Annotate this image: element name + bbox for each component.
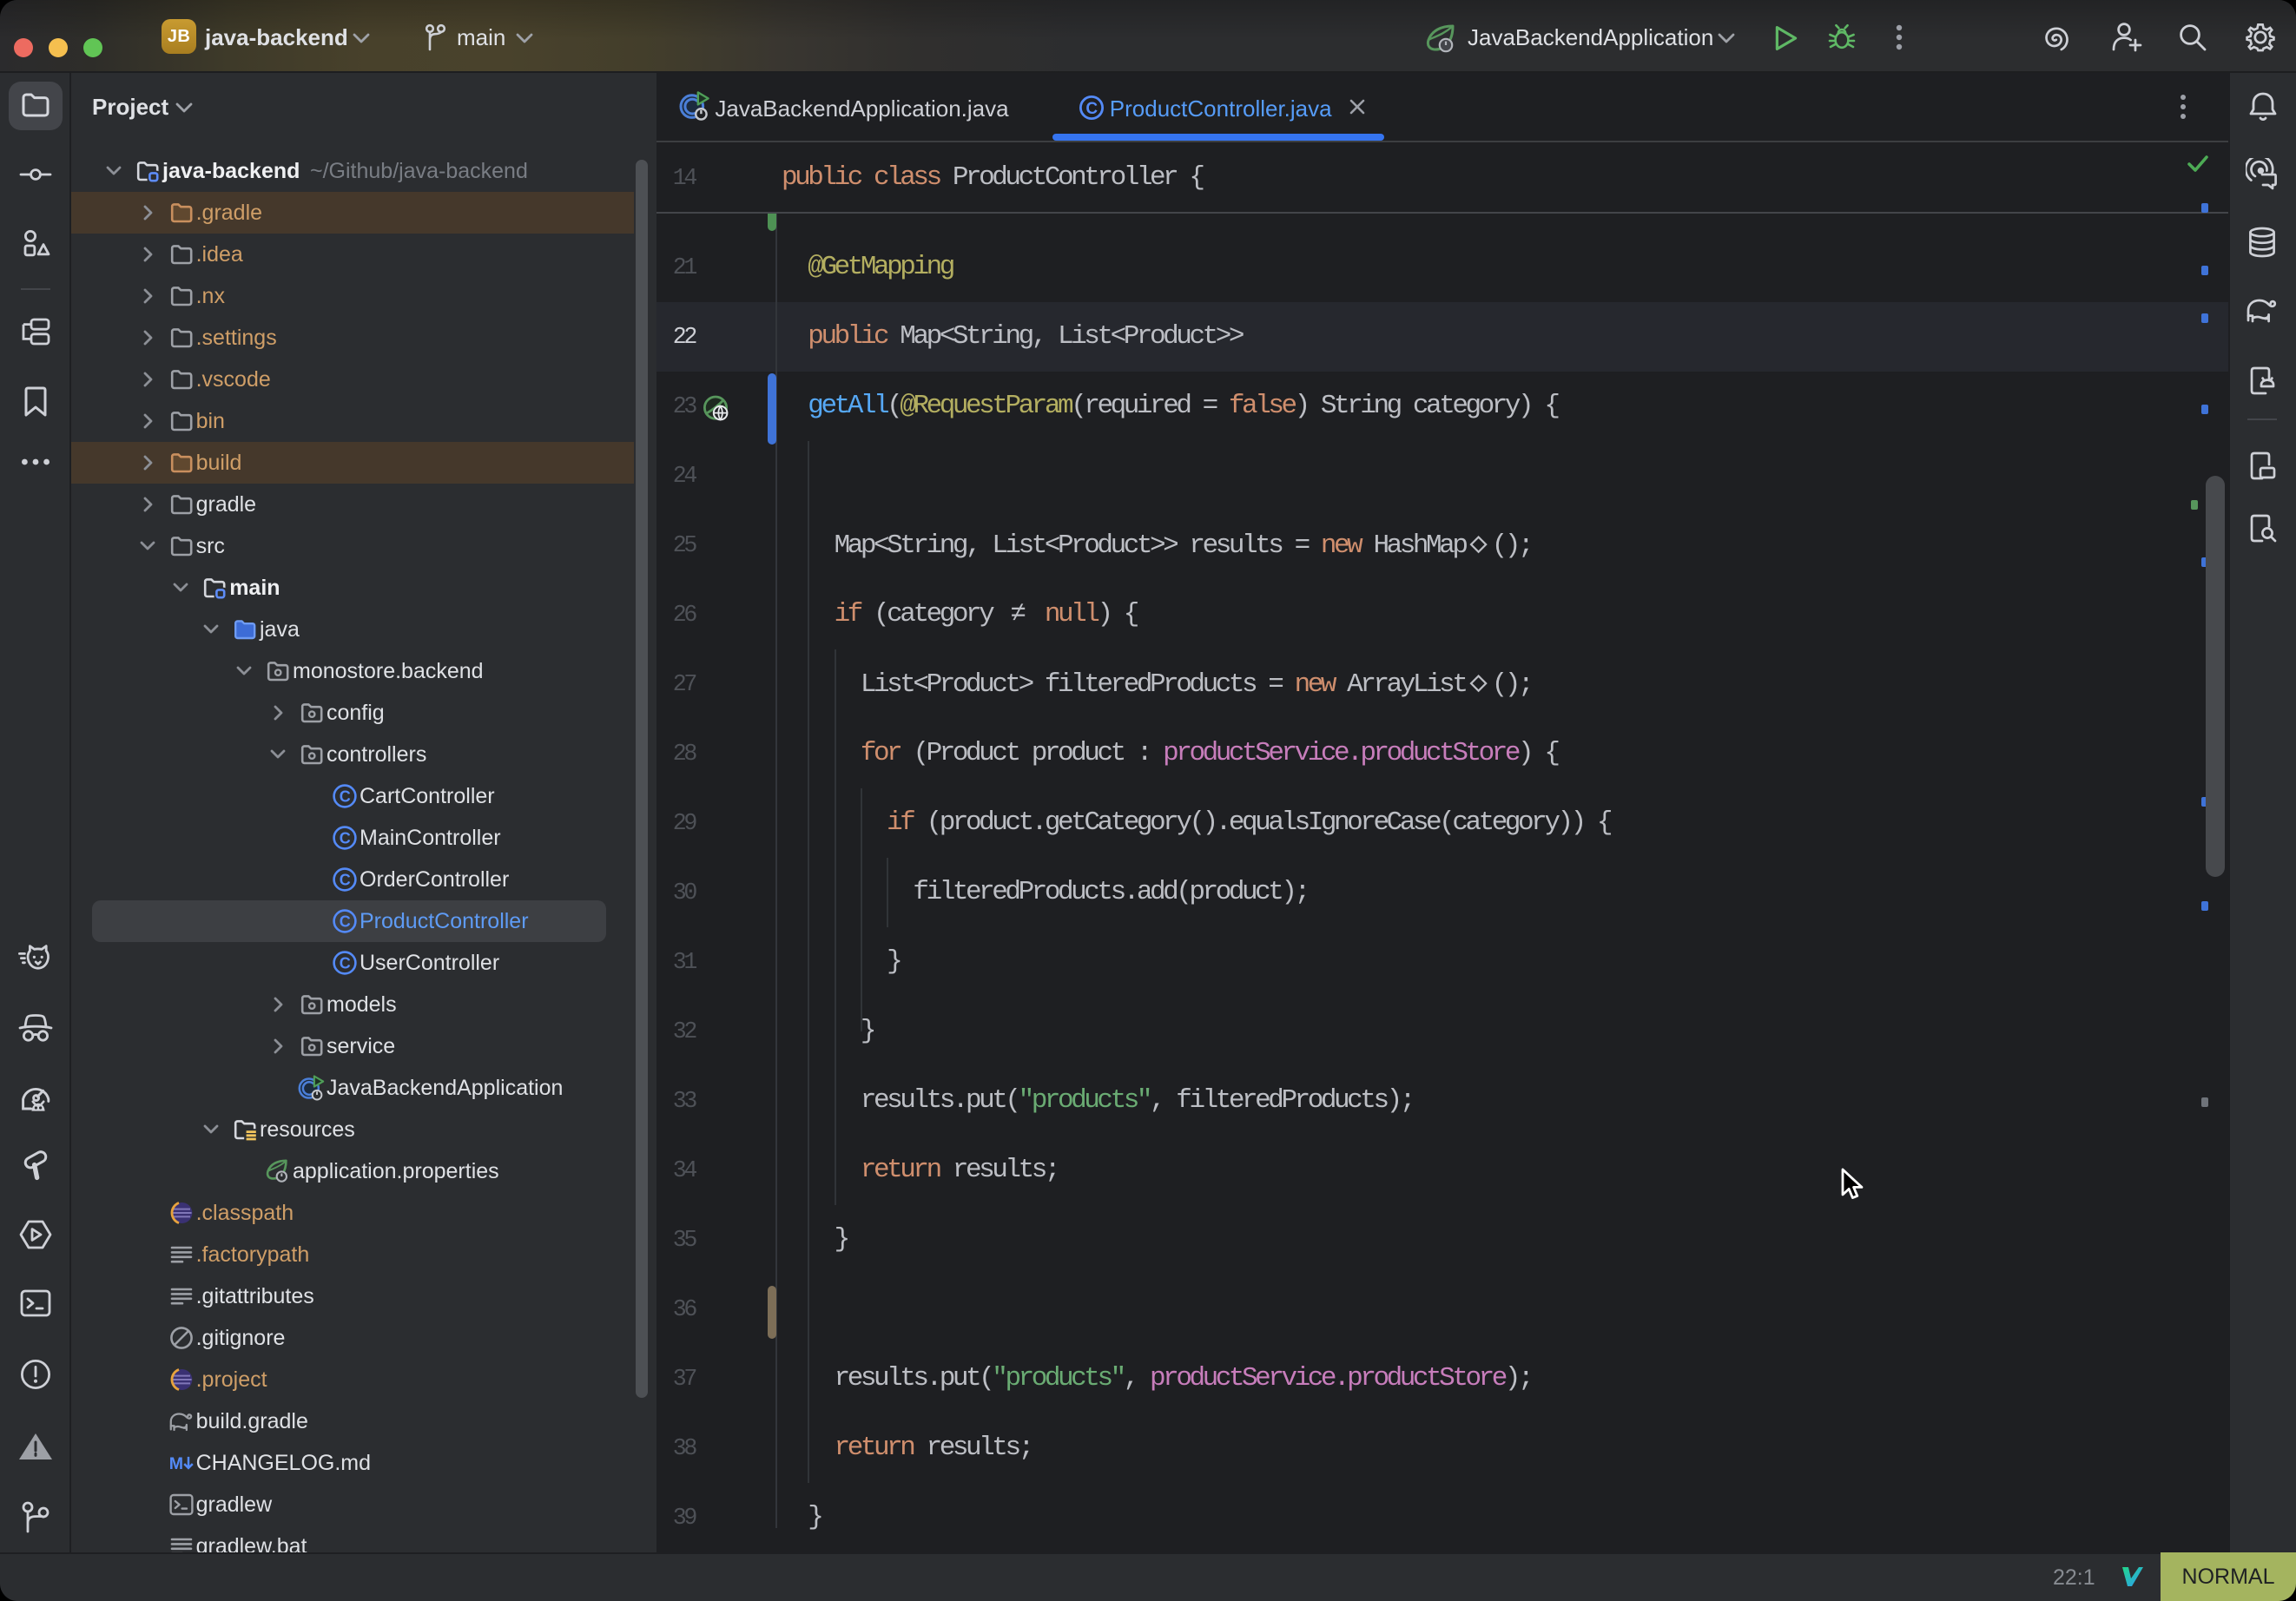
svg-text:C: C bbox=[340, 871, 351, 888]
svg-text:C: C bbox=[1085, 100, 1098, 118]
svg-text:C: C bbox=[340, 829, 351, 847]
svg-text:C: C bbox=[340, 913, 351, 930]
svg-text:C: C bbox=[340, 787, 351, 805]
svg-text:C: C bbox=[340, 954, 351, 972]
svg-text:M: M bbox=[168, 1454, 182, 1473]
